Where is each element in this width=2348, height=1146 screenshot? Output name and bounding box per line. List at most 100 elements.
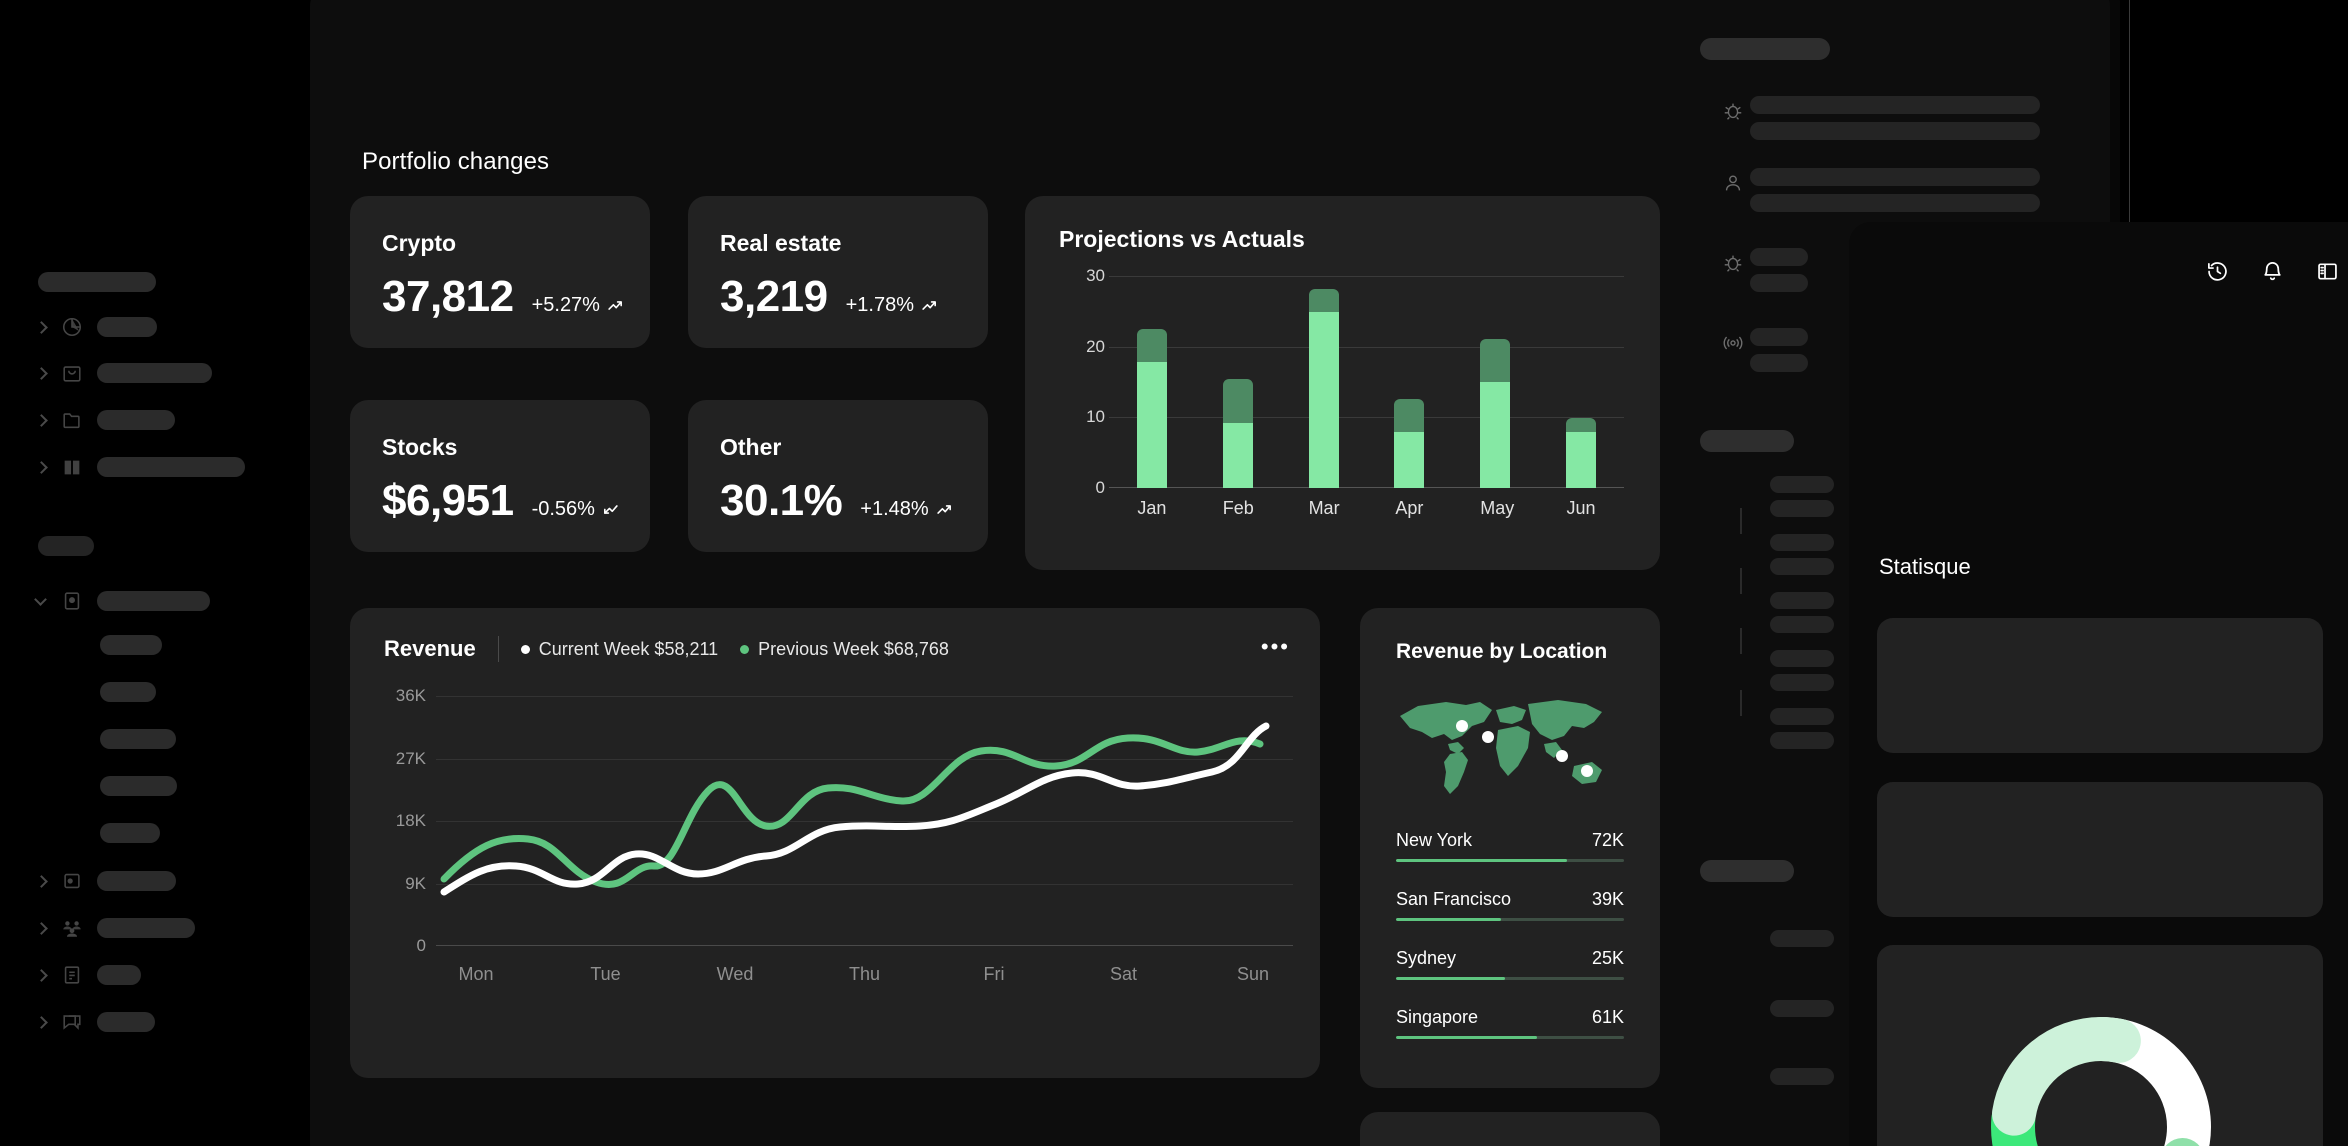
- line-chart: 36K 27K 18K 9K 0 Mon Tue Wed Thu Fri Sat…: [378, 686, 1293, 996]
- chevron-right-icon[interactable]: [36, 368, 47, 379]
- location-name: San Francisco: [1396, 889, 1512, 909]
- statisque-card-2[interactable]: [1877, 782, 2323, 917]
- statisque-card-1[interactable]: [1877, 618, 2323, 753]
- sidebar-subitem-placeholder[interactable]: [100, 682, 156, 702]
- location-row[interactable]: Sydney 25K: [1396, 948, 1624, 980]
- sidebar-item-analytics[interactable]: [36, 314, 157, 340]
- location-value: 25K: [1591, 948, 1624, 968]
- bar-jan[interactable]: [1136, 276, 1167, 488]
- statisque-donut-card: 30.8%: [1877, 945, 2323, 1146]
- stat-value: 3,219: [720, 272, 828, 321]
- history-icon[interactable]: [2206, 260, 2229, 283]
- skeleton-line: [1770, 592, 1834, 609]
- x-tick: Thu: [848, 964, 881, 984]
- card-title: Revenue by Location: [1396, 640, 1608, 663]
- bar-may[interactable]: [1480, 276, 1511, 488]
- chevron-right-icon[interactable]: [36, 923, 47, 934]
- y-tick: 0: [416, 936, 426, 955]
- panel-layout-icon[interactable]: [2316, 260, 2339, 283]
- stat-card-real-estate[interactable]: Real estate 3,219 +1.78%: [688, 196, 988, 348]
- chevron-right-icon[interactable]: [36, 462, 47, 473]
- location-list: New York 72K San Francisco 39K Sydney 25…: [1396, 830, 1624, 1066]
- bar-apr[interactable]: [1394, 276, 1425, 488]
- sidebar-group-expanded[interactable]: [36, 588, 210, 614]
- skeleton-line: [1750, 122, 2040, 140]
- stat-delta-text: +5.27%: [531, 294, 600, 316]
- broadcast-icon: [1722, 332, 1744, 354]
- x-tick: Wed: [716, 964, 754, 984]
- skeleton-line: [1770, 732, 1834, 749]
- legend-previous-week[interactable]: Previous Week $68,768: [740, 639, 949, 660]
- location-bar-fill: [1396, 1036, 1538, 1039]
- folder-icon: [61, 409, 83, 431]
- chevron-right-icon[interactable]: [36, 415, 47, 426]
- skeleton-line: [1770, 616, 1834, 633]
- stat-row: 3,219 +1.78%: [720, 272, 938, 322]
- chevron-right-icon[interactable]: [36, 970, 47, 981]
- map-pin-singapore[interactable]: [1556, 750, 1568, 762]
- trend-up-icon: [921, 297, 938, 314]
- map-pin-sydney[interactable]: [1581, 765, 1593, 777]
- sidebar-item-users[interactable]: [36, 915, 195, 941]
- bell-icon[interactable]: [2261, 260, 2284, 283]
- book-icon: [61, 456, 83, 478]
- stat-row: 30.1% +1.48%: [720, 476, 953, 526]
- location-row[interactable]: New York 72K: [1396, 830, 1624, 862]
- legend-dot-current: [520, 644, 530, 654]
- sidebar-item-reports[interactable]: [36, 962, 141, 988]
- sidebar-item-label-placeholder: [97, 317, 157, 337]
- stat-card-stocks[interactable]: Stocks $6,951 -0.56%: [350, 400, 650, 552]
- skeleton-line: [1750, 354, 1808, 372]
- sidebar-group-label-placeholder: [97, 591, 210, 611]
- location-row[interactable]: Singapore 61K: [1396, 1007, 1624, 1039]
- chevron-right-icon[interactable]: [36, 876, 47, 887]
- sidebar-item-docs[interactable]: [36, 454, 245, 480]
- bar-jun[interactable]: [1566, 276, 1597, 488]
- sidebar-item-label-placeholder: [97, 918, 195, 938]
- map-pin-san-francisco[interactable]: [1482, 731, 1494, 743]
- more-options-icon[interactable]: •••: [1261, 636, 1290, 658]
- location-value: 61K: [1591, 1007, 1624, 1027]
- location-row[interactable]: San Francisco 39K: [1396, 889, 1624, 921]
- y-tick: 9K: [405, 873, 426, 893]
- sidebar-logo-placeholder: [38, 272, 156, 292]
- chevron-right-icon[interactable]: [36, 1017, 47, 1028]
- statisque-panel: Statisque 30.8%: [1849, 222, 2348, 1146]
- y-tick: 18K: [395, 811, 426, 830]
- sidebar-item-accounts[interactable]: [36, 868, 176, 894]
- map-pin-new-york[interactable]: [1456, 720, 1468, 732]
- line-chart-y-axis: 36K 27K 18K 9K 0: [378, 686, 426, 955]
- donut-chart: 30.8%: [1981, 1007, 2221, 1146]
- sidebar-subitem-placeholder[interactable]: [100, 729, 176, 749]
- bar-feb[interactable]: [1222, 276, 1253, 488]
- dashboard-screenshot: Portfolio changes Crypto 37,812 +5.27% R…: [0, 0, 2348, 1146]
- sidebar-subitem-placeholder[interactable]: [100, 823, 160, 843]
- sidebar-item-orders[interactable]: [36, 360, 212, 386]
- sidebar-item-messages[interactable]: [36, 1009, 155, 1035]
- tick-mark: [1740, 690, 1742, 716]
- stat-card-other[interactable]: Other 30.1% +1.48%: [688, 400, 988, 552]
- sidebar-item-label-placeholder: [97, 1012, 155, 1032]
- bar-chart-x-axis: Jan Feb Mar Apr May Jun: [1109, 498, 1624, 519]
- bar-mar[interactable]: [1308, 276, 1339, 488]
- tick-mark: [1740, 628, 1742, 654]
- sidebar-subitem-placeholder[interactable]: [100, 635, 162, 655]
- stat-delta: -0.56%: [532, 498, 619, 521]
- chat-icon: [61, 1011, 83, 1033]
- stat-row: $6,951 -0.56%: [382, 476, 619, 526]
- revenue-card: Revenue Current Week $58,211 Previous We…: [350, 608, 1320, 1078]
- stat-card-crypto[interactable]: Crypto 37,812 +5.27%: [350, 196, 650, 348]
- panel-actions: [2206, 260, 2339, 283]
- sidebar-item-projects[interactable]: [36, 407, 175, 433]
- sidebar-item-label-placeholder: [97, 363, 212, 383]
- chevron-down-icon[interactable]: [36, 596, 47, 607]
- sidebar-item-label-placeholder: [97, 457, 245, 477]
- sidebar-subitem-placeholder[interactable]: [100, 776, 177, 796]
- x-tick: Apr: [1395, 498, 1424, 518]
- chevron-right-icon[interactable]: [36, 322, 47, 333]
- legend-current-week[interactable]: Current Week $58,211: [520, 639, 718, 660]
- skeleton-line: [1750, 96, 2040, 114]
- stat-label: Real estate: [720, 230, 842, 256]
- location-value: 39K: [1591, 889, 1624, 909]
- skeleton-title: [1700, 430, 1794, 452]
